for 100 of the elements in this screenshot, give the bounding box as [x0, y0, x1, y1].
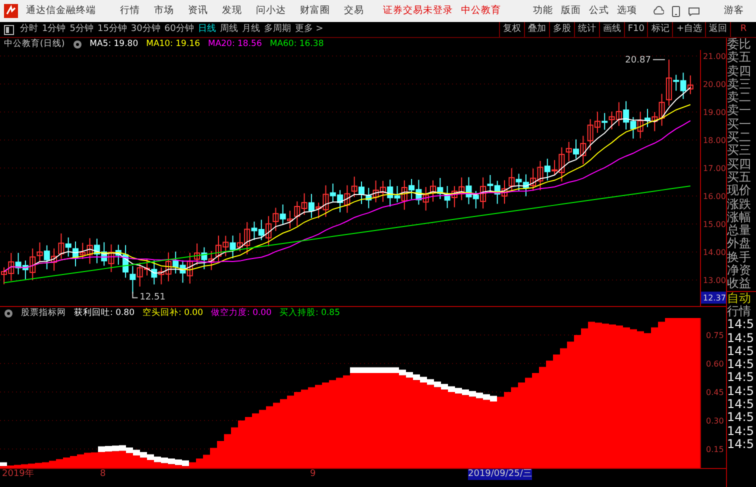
low-price-label: 12.51: [140, 292, 166, 303]
price-axis-label: 21.00: [703, 52, 726, 61]
date-axis-label: 9: [310, 469, 316, 480]
quote-field-label: 买一: [727, 118, 752, 132]
tool-menu-item[interactable]: 版面: [561, 4, 581, 18]
tool-menu-item[interactable]: 功能: [533, 4, 553, 18]
period-tab[interactable]: 1分钟: [40, 22, 68, 36]
cursor-price-label: 12.37: [703, 294, 726, 303]
period-tab[interactable]: 周线: [218, 22, 240, 36]
period-tab[interactable]: 多周期: [262, 22, 293, 36]
moving-average-value: MA20: 18.56: [208, 38, 262, 50]
moving-average-value: MA10: 19.16: [146, 38, 200, 50]
mode-label: 自动: [727, 290, 756, 305]
message-icon[interactable]: [688, 6, 700, 16]
quote-field-label: 委比: [727, 38, 752, 51]
period-tab[interactable]: 分时: [18, 22, 40, 36]
quote-field-label: 卖一: [727, 104, 752, 118]
chart-tool-button[interactable]: 标记: [647, 22, 672, 37]
phone-icon[interactable]: [672, 6, 680, 16]
menu-item[interactable]: 发现: [222, 4, 242, 18]
menu-item[interactable]: 市场: [154, 4, 174, 18]
price-axis-label: 20.00: [703, 80, 726, 89]
quote-field-label: 卖四: [727, 64, 752, 78]
quote-field-label: 买二: [727, 131, 752, 144]
quote-field-label: 卖二: [727, 91, 752, 104]
indicator-value: 获利回吐: 0.80: [74, 307, 134, 318]
quote-field-label: 涨幅: [727, 210, 752, 224]
price-axis-label: 19.00: [703, 108, 726, 117]
quote-field-label: 买三: [727, 144, 752, 158]
price-axis-label: 16.00: [703, 192, 726, 201]
panel-toggle-icon[interactable]: [4, 24, 14, 34]
app-title: 通达信金融终端: [26, 4, 96, 18]
price-axis-label: 17.00: [703, 164, 726, 173]
indicator-axis-label: 0.45: [706, 388, 724, 397]
quote-field-label: 外盘: [727, 237, 752, 251]
trade-time: 14:5: [727, 358, 755, 372]
indicator-axis-label: 0.75: [706, 331, 724, 340]
trade-time: 14:5: [727, 332, 755, 345]
indicator-axis-label: 0.15: [706, 445, 724, 454]
quote-field-label: 卖五: [727, 51, 752, 65]
date-axis-label: 2019/09/25/三: [468, 469, 532, 480]
moving-average-value: MA60: 16.38: [270, 38, 324, 50]
date-axis-label: 2019年: [2, 469, 34, 480]
quote-field-label: 净资: [727, 264, 752, 278]
period-tab[interactable]: 60分钟: [162, 22, 196, 36]
notice-text: 中公教育: [461, 4, 501, 18]
indicator-title: 股票指标网: [21, 307, 66, 318]
period-tab[interactable]: 15分钟: [95, 22, 129, 36]
chart-tool-button[interactable]: 统计: [574, 22, 599, 37]
indicator-axis-label: 0.30: [706, 416, 724, 426]
period-tab[interactable]: 月线: [240, 22, 262, 36]
quote-field-label: 卖三: [727, 78, 752, 91]
section-label: 行情: [727, 304, 752, 318]
chart-tool-button[interactable]: 多股: [548, 22, 574, 37]
trade-time: 14:5: [727, 424, 755, 438]
price-axis-label: 13.00: [703, 276, 726, 285]
chart-tool-button[interactable]: 画线: [598, 22, 624, 37]
chart-tool-button[interactable]: 返回: [705, 22, 730, 37]
price-axis-label: 14.00: [703, 248, 726, 257]
price-axis-label: 15.00: [703, 220, 726, 229]
quote-field-label: 买五: [727, 170, 752, 184]
corner-label: R: [730, 22, 756, 37]
menu-item[interactable]: 财富圈: [300, 4, 330, 18]
cloud-icon[interactable]: [653, 6, 664, 16]
leader-line: [132, 291, 138, 298]
menu-item[interactable]: 行情: [120, 4, 140, 18]
menu-item[interactable]: 问小达: [256, 4, 286, 18]
period-tab[interactable]: 30分钟: [128, 22, 162, 36]
period-tab[interactable]: 5分钟: [68, 22, 96, 36]
quote-field-label: 涨跌: [727, 198, 752, 211]
menu-item[interactable]: 资讯: [188, 4, 208, 18]
chart-tool-button[interactable]: +自选: [672, 22, 705, 37]
tool-menu-item[interactable]: 选项: [617, 4, 637, 18]
chart-tool-button[interactable]: 复权: [498, 22, 524, 37]
indicator-axis-label: 0.60: [706, 360, 724, 368]
trade-time: 14:5: [727, 438, 755, 452]
quote-field-label: 买四: [727, 158, 752, 171]
indicator-value: 做空力度: 0.00: [211, 307, 272, 318]
moving-average-value: MA5: 19.80: [90, 38, 138, 50]
price-axis-label: 18.00: [703, 136, 726, 145]
leader-line: [652, 59, 666, 60]
quote-field-label: 收益: [727, 277, 752, 291]
trade-time: 14:5: [727, 318, 755, 332]
high-price-label: 20.87: [625, 56, 651, 66]
trade-time: 14:5: [727, 344, 755, 358]
trade-time: 14:5: [727, 371, 755, 385]
indicator-value: 空头回补: 0.00: [142, 307, 203, 318]
chart-tool-button[interactable]: F10: [624, 22, 648, 37]
notice-text: 证券交易未登录: [383, 4, 453, 18]
user-name[interactable]: 游客: [724, 4, 744, 18]
chart-title: 中公教育(日线): [4, 38, 65, 50]
tool-menu-item[interactable]: 公式: [589, 4, 609, 18]
indicator-value: 买入持股: 0.85: [280, 307, 340, 318]
app-logo-icon: [4, 4, 18, 18]
menu-item[interactable]: 交易: [344, 4, 364, 18]
trade-time: 14:5: [727, 384, 755, 398]
chart-tool-button[interactable]: 叠加: [524, 22, 549, 37]
trade-time: 14:5: [727, 398, 755, 412]
period-tab[interactable]: 日线: [196, 22, 218, 36]
period-tab[interactable]: 更多 >: [292, 22, 326, 36]
